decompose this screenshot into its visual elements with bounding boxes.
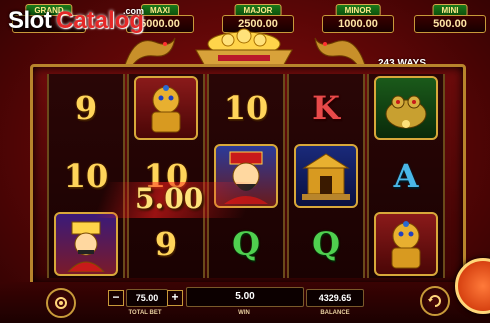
win-amount-float: 5.00 xyxy=(135,182,204,215)
jackpot-mini: MINI 500.00 xyxy=(414,4,486,33)
reel-1-row-1: 9 xyxy=(49,74,123,142)
watermark-slot: Slot xyxy=(8,7,52,34)
reel-2-row-3: 9 xyxy=(129,210,203,278)
toad-gold-icon xyxy=(374,76,438,140)
gear-icon xyxy=(55,297,67,309)
reel-5-row-3 xyxy=(369,210,443,278)
reel-3-row-3: Q xyxy=(209,210,283,278)
reel-5: A xyxy=(367,74,445,278)
symbol-q: Q xyxy=(312,225,340,263)
balance-label: BALANCE xyxy=(320,310,350,316)
reel-3: 10 Q xyxy=(207,74,285,278)
jackpot-mini-value: 500.00 xyxy=(414,15,486,33)
decrease-bet-button[interactable]: − xyxy=(108,290,124,306)
reel-4-row-2 xyxy=(289,142,363,210)
reel-2: 10 9 xyxy=(127,74,205,278)
reel-4: K Q xyxy=(287,74,365,278)
reel-1-row-3 xyxy=(49,210,123,278)
reel-1: 9 10 xyxy=(47,74,125,278)
balance-field: 4329.65 xyxy=(306,289,364,307)
lion-gold-icon xyxy=(374,212,438,276)
win-label: WIN xyxy=(238,310,250,316)
watermark-com: .com xyxy=(123,6,145,16)
total-bet-field: 75.00 xyxy=(126,289,168,307)
lion-gold-icon xyxy=(134,76,198,140)
reel-2-row-1 xyxy=(129,74,203,142)
symbol-a: A xyxy=(393,157,419,195)
reel-5-row-2: A xyxy=(369,142,443,210)
autoplay-button[interactable] xyxy=(420,286,450,316)
symbol-k: K xyxy=(312,89,340,127)
reel-4-row-3: Q xyxy=(289,210,363,278)
reel-3-row-1: 10 xyxy=(209,74,283,142)
settings-button[interactable] xyxy=(46,288,76,318)
temple-gold-icon xyxy=(294,144,358,208)
symbol-9: 9 xyxy=(74,89,98,127)
win-field: 5.00 xyxy=(186,287,304,307)
symbol-10: 10 xyxy=(223,89,269,127)
reel-5-row-1 xyxy=(369,74,443,142)
reel-4-row-1: K xyxy=(289,74,363,142)
refresh-icon xyxy=(428,295,441,307)
symbol-9: 9 xyxy=(154,225,178,263)
symbol-q: Q xyxy=(232,225,260,263)
symbol-10: 10 xyxy=(63,157,109,195)
increase-bet-button[interactable]: + xyxy=(167,290,183,306)
total-bet-label: TOTAL BET xyxy=(128,310,162,316)
cai-shen-red-icon xyxy=(54,212,118,276)
jackpot-minor: MINOR 1000.00 xyxy=(322,4,394,33)
